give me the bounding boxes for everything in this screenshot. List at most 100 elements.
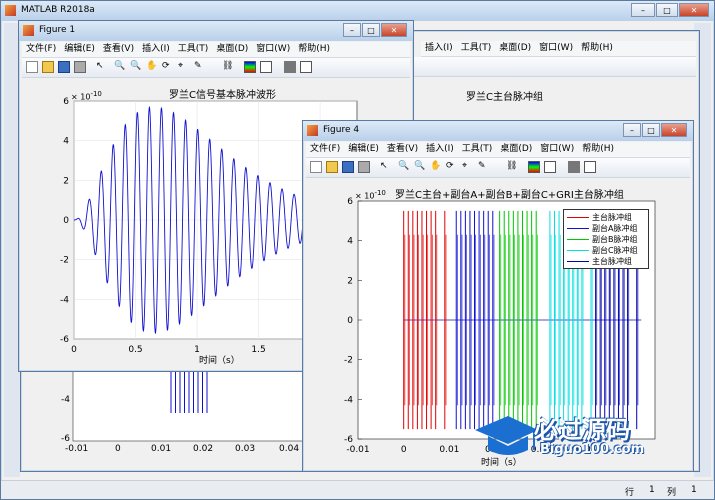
open-icon[interactable] [326, 161, 338, 173]
status-row-label: 行 [625, 488, 635, 498]
hide-tools-icon[interactable] [568, 161, 580, 173]
link-icon[interactable]: ⛓ [222, 61, 234, 73]
legend-swatch [567, 250, 589, 251]
legend-label: 副台A脉冲组 [592, 224, 638, 233]
legend-icon[interactable] [260, 61, 272, 73]
brush-icon[interactable]: ✎ [194, 61, 206, 73]
menu-edit[interactable]: 编辑(E) [60, 42, 99, 57]
bg-menu-tools[interactable]: 工具(T) [457, 41, 496, 56]
bg-ytick-m6: -6 [61, 434, 70, 444]
data-cursor-icon[interactable]: ⌖ [462, 161, 474, 173]
f4-menu-window[interactable]: 窗口(W) [536, 142, 578, 157]
bg-xtick-0: -0.01 [65, 444, 89, 454]
figure1-minimize-button[interactable]: – [343, 23, 361, 37]
status-col-value: 1 [691, 485, 697, 495]
bg-axes-box [72, 368, 311, 442]
figure4-minimize-button[interactable]: – [623, 123, 641, 137]
brush-icon[interactable]: ✎ [478, 161, 490, 173]
legend-entry: 副台A脉冲组 [567, 223, 637, 233]
print-icon[interactable] [358, 161, 370, 173]
bg-xtick-1: 0 [115, 444, 121, 454]
f4-menu-tools[interactable]: 工具(T) [458, 142, 497, 157]
legend-icon[interactable] [544, 161, 556, 173]
pan-icon[interactable]: ✋ [146, 61, 158, 73]
bg-plot-title: 罗兰C主台脉冲组 [466, 92, 543, 103]
bg-xtick-5: 0.04 [279, 444, 300, 454]
watermark-logo: 必过源码 Biguo100.com [470, 408, 690, 464]
menu-file[interactable]: 文件(F) [22, 42, 60, 57]
bg-menu-insert[interactable]: 插入(I) [421, 41, 457, 56]
f4-menu-file[interactable]: 文件(F) [306, 142, 344, 157]
figure1-maximize-button[interactable]: □ [362, 23, 380, 37]
f4-menu-view[interactable]: 查看(V) [383, 142, 422, 157]
legend-label: 副台B脉冲组 [592, 235, 638, 244]
menu-help[interactable]: 帮助(H) [294, 42, 334, 57]
figure1-ytick-label: -4 [60, 295, 69, 305]
colorbar-icon[interactable] [244, 61, 256, 73]
bg-menu-window[interactable]: 窗口(W) [535, 41, 577, 56]
figure4-ytick-label: 4 [347, 237, 353, 247]
rotate-icon[interactable]: ⟳ [446, 161, 458, 173]
f4-menu-edit[interactable]: 编辑(E) [344, 142, 383, 157]
figure1-ytick-label: -2 [60, 256, 69, 266]
colorbar-icon[interactable] [528, 161, 540, 173]
save-icon[interactable] [342, 161, 354, 173]
show-tools-icon[interactable] [300, 61, 312, 73]
figure1-ytick-label: 4 [63, 137, 69, 147]
bg-menu-help[interactable]: 帮助(H) [577, 41, 617, 56]
menu-desktop[interactable]: 桌面(D) [212, 42, 252, 57]
f4-menu-insert[interactable]: 插入(I) [422, 142, 458, 157]
figure4-xtick-label: 0 [401, 445, 407, 455]
legend-swatch [567, 261, 589, 262]
figure4-maximize-button[interactable]: □ [642, 123, 660, 137]
figure4-title: Figure 4 [323, 125, 360, 135]
main-window-title: MATLAB R2018a [21, 5, 95, 15]
pointer-icon[interactable]: ↖ [96, 61, 108, 73]
figure4-ytick-label: -6 [344, 435, 353, 445]
link-icon[interactable]: ⛓ [506, 161, 518, 173]
figure1-exponent-power: -10 [90, 90, 102, 98]
maximize-button[interactable]: □ [656, 3, 678, 17]
close-button[interactable]: ✕ [679, 3, 709, 17]
figure4-ytick-label: 6 [347, 197, 353, 207]
data-cursor-icon[interactable]: ⌖ [178, 61, 190, 73]
figure1-ytick-label: 6 [63, 97, 69, 107]
figure4-toolbar: ↖ 🔍 🔍 ✋ ⟳ ⌖ ✎ ⛓ [306, 158, 690, 178]
status-row-value: 1 [649, 485, 655, 495]
zoom-in-icon[interactable]: 🔍 [398, 161, 410, 173]
legend-swatch [567, 217, 589, 218]
zoom-in-icon[interactable]: 🔍 [114, 61, 126, 73]
figure1-titlebar: Figure 1 – □ ✕ [19, 21, 413, 41]
menu-insert[interactable]: 插入(I) [138, 42, 174, 57]
menu-tools[interactable]: 工具(T) [174, 42, 213, 57]
rotate-icon[interactable]: ⟳ [162, 61, 174, 73]
watermark-main-text: 必过源码 [534, 416, 630, 444]
save-icon[interactable] [58, 61, 70, 73]
print-icon[interactable] [74, 61, 86, 73]
bg-menu-desktop[interactable]: 桌面(D) [495, 41, 535, 56]
figure4-xtick-label: 0.01 [439, 445, 459, 455]
figure1-close-button[interactable]: ✕ [381, 23, 407, 37]
main-status-bar: 行 1 列 1 [1, 480, 714, 499]
pan-icon[interactable]: ✋ [430, 161, 442, 173]
open-icon[interactable] [42, 61, 54, 73]
f4-menu-help[interactable]: 帮助(H) [578, 142, 618, 157]
figure1-xlabel: 时间（s） [199, 356, 240, 366]
legend-label: 主台脉冲组 [592, 257, 632, 266]
pointer-icon[interactable]: ↖ [380, 161, 392, 173]
menu-view[interactable]: 查看(V) [99, 42, 138, 57]
figure1-plot-title: 罗兰C信号基本脉冲波形 [169, 90, 276, 101]
zoom-out-icon[interactable]: 🔍 [414, 161, 426, 173]
zoom-out-icon[interactable]: 🔍 [130, 61, 142, 73]
bg-xtick-3: 0.02 [193, 444, 214, 454]
menu-window[interactable]: 窗口(W) [252, 42, 294, 57]
figure4-close-button[interactable]: ✕ [661, 123, 687, 137]
new-figure-icon[interactable] [26, 61, 38, 73]
figure1-ytick-label: 2 [63, 176, 69, 186]
f4-menu-desktop[interactable]: 桌面(D) [496, 142, 536, 157]
hide-tools-icon[interactable] [284, 61, 296, 73]
show-tools-icon[interactable] [584, 161, 596, 173]
figure4-exponent-power: -10 [374, 189, 386, 197]
new-figure-icon[interactable] [310, 161, 322, 173]
minimize-button[interactable]: – [631, 3, 655, 17]
